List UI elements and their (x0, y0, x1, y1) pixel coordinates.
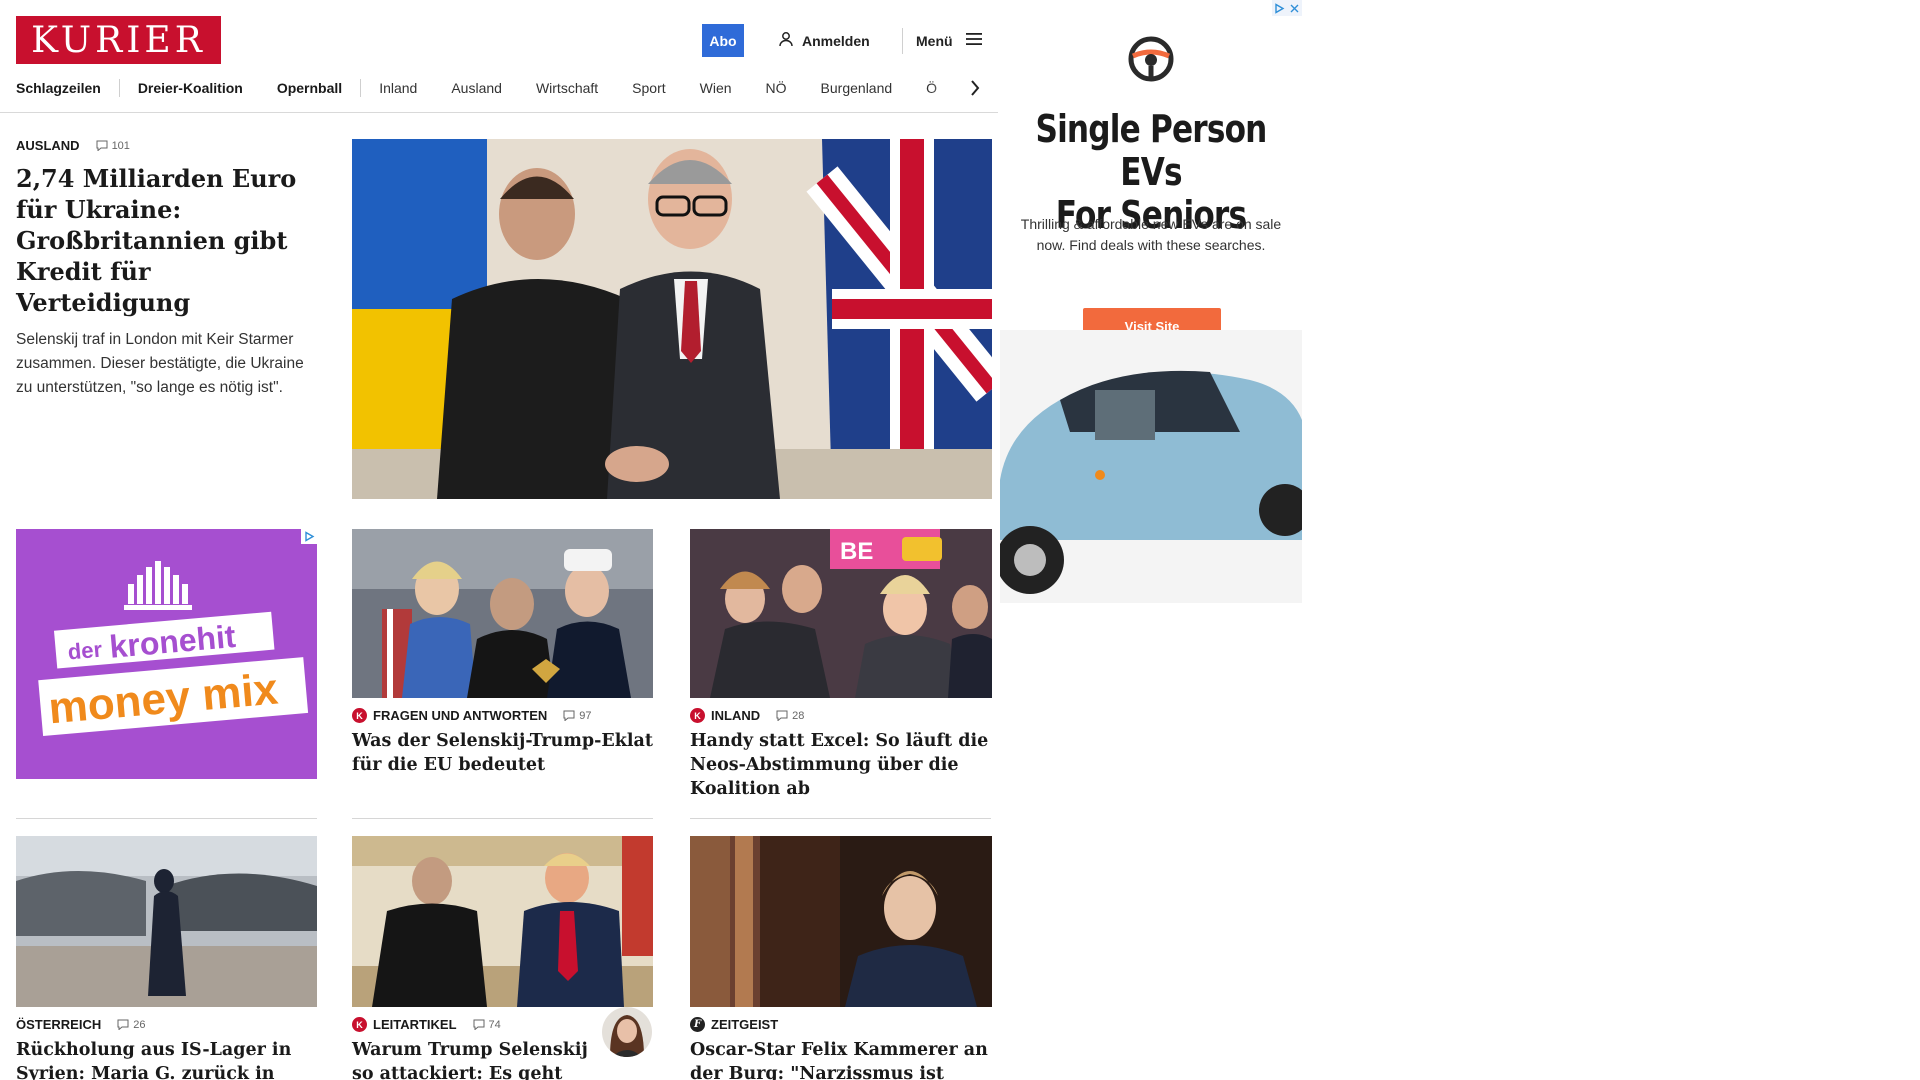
card-photo[interactable] (352, 836, 653, 1007)
camp-photo (16, 836, 317, 1007)
card-section: LEITARTIKEL (373, 1017, 457, 1032)
felix-kammerer-photo (690, 836, 992, 1007)
kronehit-money-mix-logo: der kronehit money mix (38, 561, 309, 737)
white-house-photo (352, 529, 653, 698)
header-divider (902, 28, 903, 54)
site-header: KURIER Abo Anmelden Menü Schlagzeilen Dr… (0, 0, 998, 113)
card-kicker[interactable]: K INLAND 28 (690, 708, 991, 723)
zelensky-starmer-photo (352, 139, 992, 499)
card-photo[interactable]: BE (690, 529, 992, 698)
article-card[interactable]: f ZEITGEIST Oscar-Star Felix Kammerer an… (690, 1007, 991, 1080)
close-icon[interactable] (1289, 3, 1300, 14)
comment-icon (473, 1019, 485, 1030)
card-kicker[interactable]: K FRAGEN UND ANTWORTEN 97 (352, 708, 653, 723)
nav-divider (118, 79, 120, 97)
neos-selfie-photo: BE (690, 529, 992, 698)
author-avatar[interactable] (602, 1007, 652, 1057)
comment-count[interactable]: 101 (96, 140, 130, 152)
nav-item-burgenland[interactable]: Burgenland (821, 80, 893, 96)
lead-photo[interactable] (352, 139, 992, 499)
card-section: ÖSTERREICH (16, 1017, 102, 1032)
user-icon (778, 31, 794, 50)
card-headline[interactable]: Oscar-Star Felix Kammerer an der Burg: "… (690, 1038, 991, 1080)
card-headline[interactable]: Warum Trump Selenskij so attackiert: Es … (352, 1038, 592, 1080)
svg-text:money mix: money mix (47, 664, 281, 733)
nav-item-ausland[interactable]: Ausland (451, 80, 502, 96)
comment-count[interactable]: 97 (563, 709, 592, 722)
nav-scroll-right-button[interactable] (964, 76, 986, 100)
comment-icon (96, 140, 108, 151)
ev-ad-body: Thrilling & affordable new EVs are on sa… (1020, 216, 1282, 253)
card-kicker[interactable]: ÖSTERREICH 26 (16, 1017, 317, 1032)
kurier-plus-icon: K (690, 708, 705, 723)
row-divider (16, 818, 317, 819)
card-headline[interactable]: Handy statt Excel: So läuft die Neos-Abs… (690, 729, 991, 801)
row-divider (690, 818, 991, 819)
lead-section: AUSLAND (16, 138, 80, 153)
steering-wheel-icon (1128, 36, 1174, 82)
play-icon (1275, 2, 1285, 14)
login-button[interactable]: Anmelden (778, 24, 870, 57)
card-photo[interactable] (690, 836, 992, 1007)
adchoices-icon[interactable] (301, 529, 317, 544)
card-kicker[interactable]: f ZEITGEIST (690, 1017, 991, 1032)
kurier-logo[interactable]: KURIER (16, 16, 221, 64)
card-photo[interactable] (352, 529, 653, 698)
kurier-plus-icon: K (352, 1017, 367, 1032)
nav-item-noe[interactable]: NÖ (766, 80, 787, 96)
comment-count-value: 101 (111, 139, 130, 152)
comment-icon (776, 710, 788, 721)
abo-button[interactable]: Abo (702, 24, 744, 57)
lead-kicker[interactable]: AUSLAND 101 (16, 138, 316, 153)
article-card[interactable]: ÖSTERREICH 26 Rückholung aus IS-Lager in… (16, 1007, 317, 1080)
nav-item-opernball[interactable]: Opernball (277, 80, 342, 96)
comment-count-value: 26 (133, 1018, 146, 1031)
ev-ad-headline-line: Single Person EVs (1035, 107, 1267, 194)
menu-button[interactable]: Menü (916, 24, 983, 57)
card-headline[interactable]: Rückholung aus IS-Lager in Syrien: Maria… (16, 1038, 317, 1080)
comment-count[interactable]: 28 (776, 710, 804, 722)
section-nav: Schlagzeilen Dreier-Koalition Opernball … (16, 78, 976, 98)
comment-icon (563, 710, 575, 721)
comment-icon (117, 1019, 129, 1030)
row-divider (352, 818, 653, 819)
nav-item-dreier-koalition[interactable]: Dreier-Koalition (138, 80, 243, 96)
comment-count[interactable]: 74 (473, 1019, 501, 1031)
kurier-plus-icon: K (352, 708, 367, 723)
comment-count[interactable]: 26 (117, 1019, 145, 1031)
nav-item-sport[interactable]: Sport (632, 80, 665, 96)
kronehit-ad[interactable]: der kronehit money mix (16, 529, 317, 779)
author-avatar-photo (602, 1007, 652, 1057)
comment-count-value: 28 (792, 709, 805, 722)
nav-item-wirtschaft[interactable]: Wirtschaft (536, 80, 598, 96)
hamburger-icon (965, 32, 983, 49)
nav-item-inland[interactable]: Inland (379, 80, 417, 96)
nav-item-schlagzeilen[interactable]: Schlagzeilen (16, 80, 101, 96)
svg-text:der: der (67, 637, 104, 665)
card-section: ZEITGEIST (711, 1017, 779, 1032)
article-card[interactable]: K FRAGEN UND ANTWORTEN 97 Was der Selens… (352, 698, 653, 777)
card-photo[interactable] (16, 836, 317, 1007)
login-label: Anmelden (802, 32, 870, 49)
ev-ad[interactable]: Single Person EVs For Seniors Thrilling … (1000, 0, 1302, 603)
comment-count-value: 74 (488, 1018, 501, 1031)
card-section: INLAND (711, 708, 761, 723)
chevron-right-icon (971, 80, 980, 96)
lead-headline[interactable]: 2,74 Milliarden Euro für Ukraine: Großbr… (16, 163, 316, 318)
lead-article[interactable]: AUSLAND 101 2,74 Milliarden Euro für Ukr… (16, 138, 316, 400)
menu-label: Menü (916, 32, 953, 49)
lead-teaser: Selenskij traf in London mit Keir Starme… (16, 331, 304, 396)
nav-item-wien[interactable]: Wien (700, 80, 732, 96)
nav-divider (360, 79, 362, 97)
oval-office-photo (352, 836, 653, 1007)
comment-count-value: 97 (579, 709, 592, 722)
ev-car-image (1000, 330, 1302, 603)
article-card[interactable]: K INLAND 28 Handy statt Excel: So läuft … (690, 698, 991, 801)
svg-text:BE: BE (840, 538, 873, 565)
adchoices-icon[interactable] (1272, 0, 1302, 16)
freizeit-icon: f (690, 1017, 705, 1032)
card-section: FRAGEN UND ANTWORTEN (373, 708, 548, 723)
card-headline[interactable]: Was der Selenskij-Trump-Eklat für die EU… (352, 729, 653, 777)
